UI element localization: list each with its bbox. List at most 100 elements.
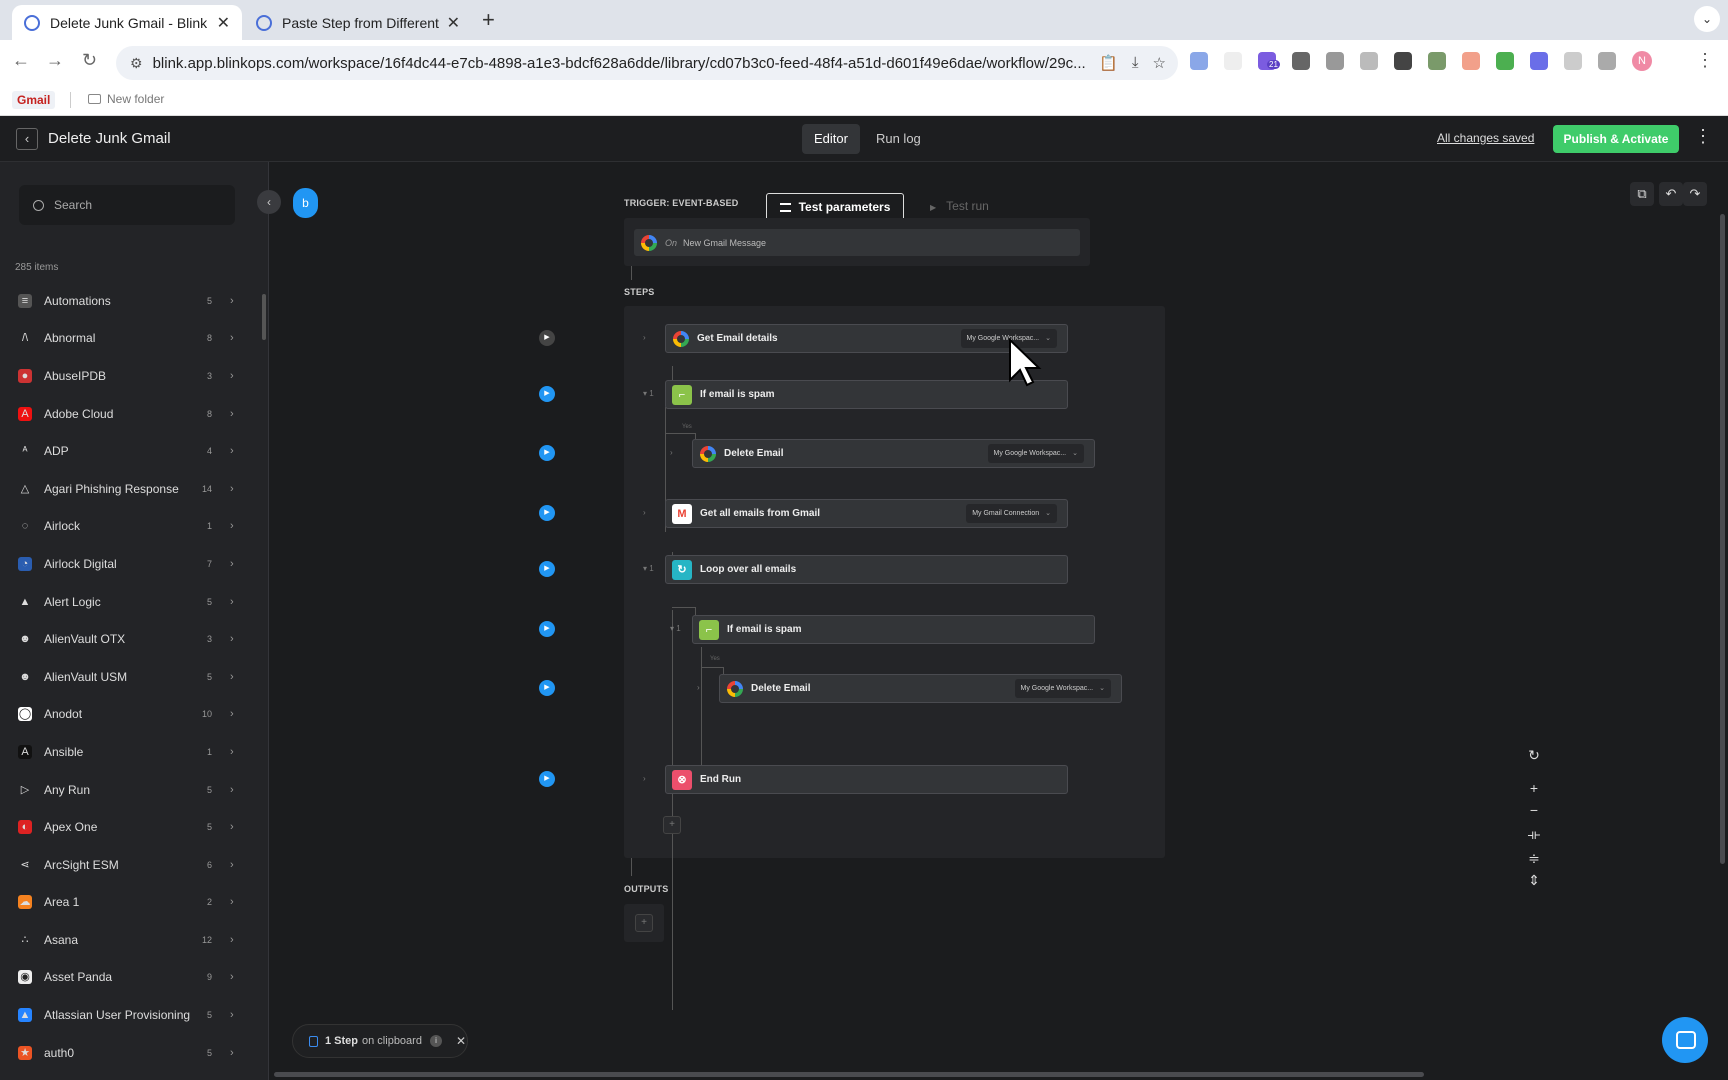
sidebar-item[interactable]: ● AbuseIPDB 3 ›: [0, 357, 258, 395]
sidebar-item[interactable]: ▷ Any Run 5 ›: [0, 771, 258, 809]
profile-avatar[interactable]: N: [1632, 51, 1652, 71]
extension-icon[interactable]: [1428, 52, 1446, 70]
tab-editor[interactable]: Editor: [802, 124, 860, 154]
connection-select[interactable]: My Google Workspac... ⌄: [987, 444, 1084, 463]
extension-icon[interactable]: [1360, 52, 1378, 70]
sidebar-item[interactable]: ☻ AlienVault USM 5 ›: [0, 658, 258, 696]
zoom-out-icon[interactable]: −: [1526, 802, 1542, 818]
sidebar-item[interactable]: △ Agari Phishing Response 14 ›: [0, 470, 258, 508]
step-expander[interactable]: ›: [643, 508, 646, 517]
forward-arrow-icon[interactable]: →: [46, 50, 64, 71]
workflow-step[interactable]: ⌐ If email is spam: [692, 615, 1095, 644]
clipboard-icon[interactable]: 📋: [1099, 54, 1118, 72]
extension-icon[interactable]: [1564, 52, 1582, 70]
chat-support-button[interactable]: [1662, 1017, 1708, 1063]
copy-icon[interactable]: ⧉: [1630, 182, 1654, 206]
close-tab-icon[interactable]: ✕: [217, 13, 230, 33]
back-button[interactable]: ‹: [16, 128, 38, 150]
run-step-button[interactable]: ▶: [539, 445, 555, 461]
workflow-step[interactable]: ↻ Loop over all emails: [665, 555, 1068, 584]
bookmark-folder[interactable]: New folder: [88, 92, 164, 106]
run-step-button[interactable]: ▶: [539, 505, 555, 521]
step-expander[interactable]: ›: [670, 448, 673, 457]
extension-icon[interactable]: 21: [1258, 52, 1280, 70]
undo-icon[interactable]: ↶: [1659, 182, 1683, 206]
bookmark-star-icon[interactable]: ☆: [1153, 54, 1166, 72]
fit-vertical-icon[interactable]: ≑: [1526, 850, 1542, 867]
url-bar[interactable]: ⚙ blink.app.blinkops.com/workspace/16f4d…: [116, 46, 1178, 80]
run-step-button[interactable]: ▶: [539, 621, 555, 637]
sidebar-item[interactable]: A Adobe Cloud 8 ›: [0, 395, 258, 433]
step-expander[interactable]: ›: [697, 683, 700, 692]
sidebar-scrollbar[interactable]: [262, 294, 266, 340]
new-tab-button[interactable]: +: [482, 7, 495, 33]
sidebar-item[interactable]: ☻ AlienVault OTX 3 ›: [0, 620, 258, 658]
workflow-step[interactable]: ⊗ End Run: [665, 765, 1068, 794]
step-expander[interactable]: ▾ 1: [670, 624, 681, 633]
reset-zoom-icon[interactable]: ↻: [1526, 747, 1542, 764]
browser-tab[interactable]: Paste Step from Different Bro ✕: [244, 5, 472, 40]
close-icon[interactable]: ✕: [456, 1034, 466, 1048]
sidebar-item[interactable]: /\ Abnormal 8 ›: [0, 320, 258, 358]
install-app-icon[interactable]: ⤓: [1132, 54, 1139, 72]
workflow-canvas[interactable]: b Test parameters ▶ Test run ⧉ ↶ ↷ TRIGGE…: [270, 162, 1728, 1080]
browser-menu-icon[interactable]: ⋮: [1696, 50, 1714, 71]
sidebar-item[interactable]: ◯ Anodot 10 ›: [0, 696, 258, 734]
site-info-icon[interactable]: ⚙: [130, 55, 143, 72]
sidebar-item[interactable]: ▲ Alert Logic 5 ›: [0, 583, 258, 621]
add-output-button[interactable]: +: [635, 914, 653, 932]
step-expander[interactable]: ›: [643, 333, 646, 342]
extension-icon[interactable]: [1530, 52, 1548, 70]
sidebar-item[interactable]: ▲ Atlassian User Provisioning 5 ›: [0, 996, 258, 1034]
close-tab-icon[interactable]: ✕: [447, 13, 460, 33]
save-status-link[interactable]: All changes saved: [1437, 131, 1534, 145]
tab-run-log[interactable]: Run log: [864, 124, 933, 154]
connection-select[interactable]: My Gmail Connection ⌄: [966, 504, 1057, 523]
collapse-all-icon[interactable]: ⇕: [1526, 872, 1542, 889]
extensions-puzzle-icon[interactable]: [1598, 52, 1616, 70]
bookmark-gmail[interactable]: Gmail: [12, 91, 56, 109]
collapse-sidebar-button[interactable]: ‹: [257, 190, 281, 214]
run-step-button[interactable]: ▶: [539, 561, 555, 577]
extension-icon[interactable]: [1462, 52, 1480, 70]
sidebar-item[interactable]: ᴬ ADP 4 ›: [0, 432, 258, 470]
run-step-button[interactable]: ▶: [539, 330, 555, 346]
publish-activate-button[interactable]: Publish & Activate: [1553, 125, 1679, 153]
fit-horizontal-icon[interactable]: ⟛: [1526, 826, 1542, 843]
extension-icon[interactable]: [1496, 52, 1514, 70]
sidebar-item[interactable]: ⋖ ArcSight ESM 6 ›: [0, 846, 258, 884]
sidebar-item[interactable]: ◔ Airlock Digital 7 ›: [0, 545, 258, 583]
connection-select[interactable]: My Google Workspac... ⌄: [1014, 679, 1111, 698]
extension-icon[interactable]: [1394, 52, 1412, 70]
search-input[interactable]: Search: [19, 185, 235, 225]
more-options-icon[interactable]: ⋮: [1694, 126, 1712, 147]
sidebar-item[interactable]: ☁ Area 1 2 ›: [0, 884, 258, 922]
step-expander[interactable]: ▾ 1: [643, 389, 654, 398]
extension-icon[interactable]: [1224, 52, 1242, 70]
test-run-button[interactable]: ▶ Test run: [930, 199, 989, 213]
test-parameters-button[interactable]: Test parameters: [766, 193, 904, 221]
zoom-in-icon[interactable]: +: [1526, 780, 1542, 796]
step-expander[interactable]: ▾ 1: [643, 564, 654, 573]
extension-icon[interactable]: [1292, 52, 1310, 70]
workflow-step[interactable]: Delete Email My Google Workspac... ⌄: [719, 674, 1122, 703]
add-step-button[interactable]: +: [663, 816, 681, 834]
tab-search-chevron-icon[interactable]: ⌄: [1694, 6, 1720, 32]
run-step-button[interactable]: ▶: [539, 680, 555, 696]
sidebar-item[interactable]: A Ansible 1 ›: [0, 733, 258, 771]
step-expander[interactable]: ›: [643, 774, 646, 783]
canvas-horizontal-scrollbar[interactable]: [274, 1072, 1424, 1077]
sidebar-item[interactable]: ★ auth0 5 ›: [0, 1034, 258, 1072]
extension-icon[interactable]: [1326, 52, 1344, 70]
trigger-node[interactable]: On New Gmail Message: [634, 229, 1080, 256]
workflow-step[interactable]: M Get all emails from Gmail My Gmail Conne…: [665, 499, 1068, 528]
canvas-vertical-scrollbar[interactable]: [1720, 214, 1725, 864]
back-arrow-icon[interactable]: ←: [12, 50, 30, 71]
sidebar-item[interactable]: ∴ Asana 12 ›: [0, 921, 258, 959]
reload-icon[interactable]: ↻: [82, 50, 97, 71]
run-step-button[interactable]: ▶: [539, 771, 555, 787]
sidebar-item[interactable]: ◐ Apex One 5 ›: [0, 808, 258, 846]
workflow-step[interactable]: Delete Email My Google Workspac... ⌄: [692, 439, 1095, 468]
sidebar-item[interactable]: ◌ Airlock 1 ›: [0, 508, 258, 546]
redo-icon[interactable]: ↷: [1683, 182, 1707, 206]
